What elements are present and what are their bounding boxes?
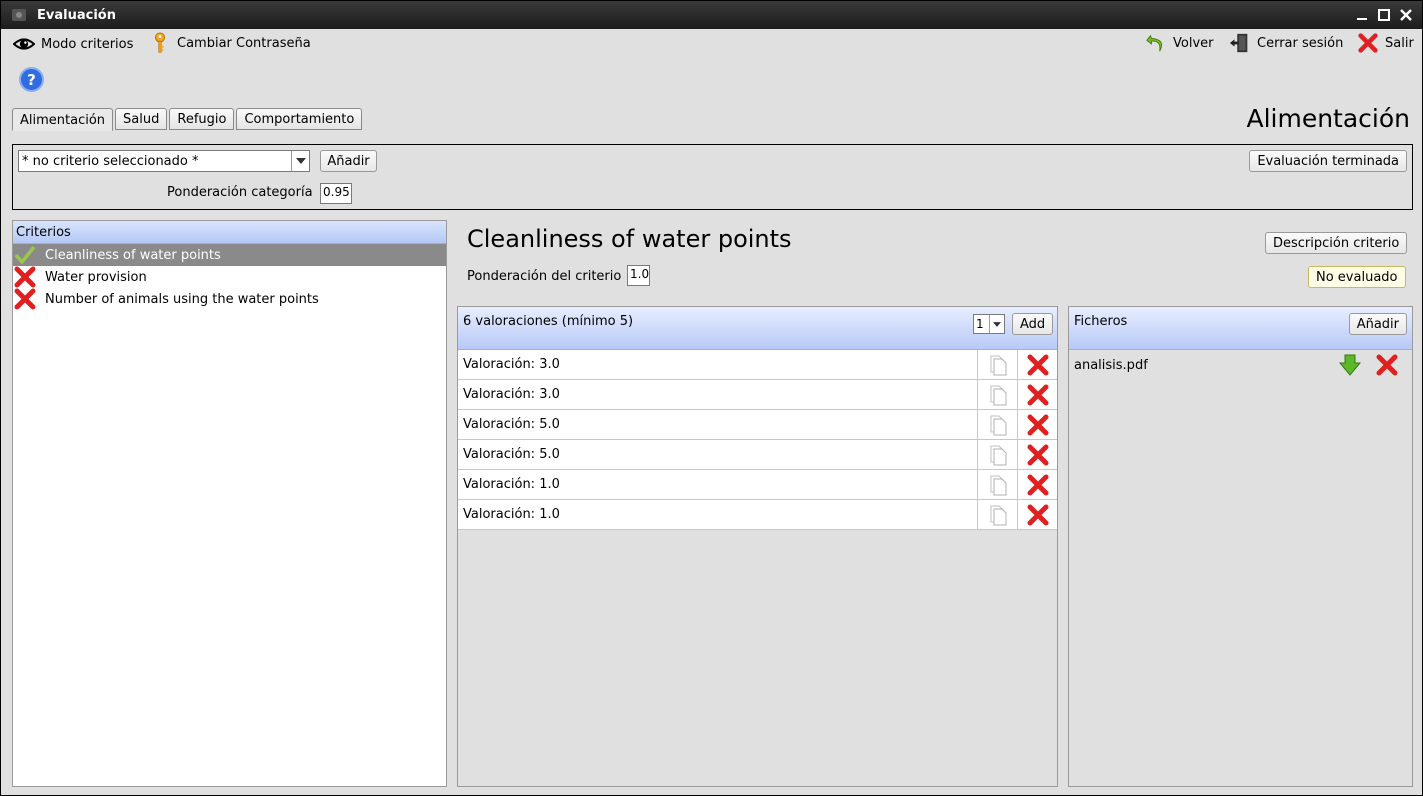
ponderacion-criterio-label: Ponderación del criterio xyxy=(467,269,622,284)
volver-button[interactable]: Volver xyxy=(1145,32,1214,54)
valoracion-text: Valoración: 3.0 xyxy=(463,357,560,372)
modo-criterios-button[interactable]: Modo criterios xyxy=(13,33,133,55)
valoraciones-panel: 6 valoraciones (mínimo 5) 1 Add Valoraci… xyxy=(457,306,1058,787)
window-title: Evaluación xyxy=(37,8,116,23)
tab-alimentacion[interactable]: Alimentación xyxy=(12,108,114,131)
title-bar: Evaluación xyxy=(1,1,1422,29)
criterion-label: Cleanliness of water points xyxy=(45,247,221,263)
delete-icon[interactable] xyxy=(1017,350,1057,379)
salir-button[interactable]: Salir xyxy=(1357,32,1414,54)
download-icon[interactable] xyxy=(1338,354,1362,376)
ficheros-panel: Ficheros Añadir analisis.pdf xyxy=(1068,306,1413,787)
delete-icon[interactable] xyxy=(1017,500,1057,529)
delete-icon[interactable] xyxy=(1017,410,1057,439)
delete-file-icon[interactable] xyxy=(1376,354,1398,376)
tab-refugio[interactable]: Refugio xyxy=(169,108,235,130)
modo-criterios-label: Modo criterios xyxy=(41,36,134,52)
exit-cross-icon xyxy=(1358,33,1378,53)
criterio-combo[interactable]: * no criterio seleccionado * xyxy=(18,150,310,172)
minimize-icon[interactable] xyxy=(1354,7,1370,23)
document-icon[interactable] xyxy=(977,500,1017,529)
valoracion-row[interactable]: Valoración: 1.0 xyxy=(458,470,1057,500)
category-tabs: Alimentación Salud Refugio Comportamient… xyxy=(12,108,364,131)
cambiar-contrasena-label: Cambiar Contraseña xyxy=(177,35,311,51)
valoraciones-table: Valoración: 3.0 Valoración: 3.0 Valoración… xyxy=(458,350,1057,530)
app-icon xyxy=(12,9,26,21)
key-icon xyxy=(154,32,166,53)
chevron-down-icon[interactable] xyxy=(291,151,309,171)
ponderacion-criterio-input[interactable]: 1.0 xyxy=(627,265,650,286)
criteria-list: Criterios Cleanliness of water points Wa… xyxy=(12,220,447,787)
valoracion-row[interactable]: Valoración: 3.0 xyxy=(458,350,1057,380)
check-icon xyxy=(14,245,36,264)
criterion-row[interactable]: Cleanliness of water points xyxy=(13,244,446,266)
ponderacion-categoria-input[interactable]: 0.95 xyxy=(320,183,352,204)
svg-text:?: ? xyxy=(27,71,36,89)
criteria-header: Criterios xyxy=(13,221,446,244)
add-fichero-button[interactable]: Añadir xyxy=(1348,313,1407,335)
valoracion-row[interactable]: Valoración: 5.0 xyxy=(458,410,1057,440)
maximize-icon[interactable] xyxy=(1376,7,1392,23)
eye-icon xyxy=(13,38,35,50)
criterion-row[interactable]: Water provision xyxy=(13,266,446,288)
delete-icon[interactable] xyxy=(1017,440,1057,469)
add-valoracion-button[interactable]: Add xyxy=(1012,313,1054,335)
document-icon[interactable] xyxy=(977,350,1017,379)
close-icon[interactable] xyxy=(1398,7,1414,23)
logout-door-icon xyxy=(1229,33,1248,53)
ficheros-header: Ficheros Añadir xyxy=(1069,307,1412,350)
valoracion-text: Valoración: 1.0 xyxy=(463,507,560,522)
client-area: Modo criterios Cambiar Contraseña Volver… xyxy=(1,29,1422,795)
valoracion-text: Valoración: 5.0 xyxy=(463,417,560,432)
cross-icon xyxy=(14,266,36,288)
delete-icon[interactable] xyxy=(1017,470,1057,499)
category-panel: * no criterio seleccionado * Añadir Pond… xyxy=(12,144,1413,210)
add-criterio-button[interactable]: Añadir xyxy=(320,150,377,172)
cerrar-sesion-button[interactable]: Cerrar sesión xyxy=(1229,32,1343,54)
help-icon[interactable]: ? xyxy=(19,67,44,92)
cambiar-contrasena-button[interactable]: Cambiar Contraseña xyxy=(149,32,311,54)
chevron-down-icon[interactable] xyxy=(989,315,1004,333)
cerrar-sesion-label: Cerrar sesión xyxy=(1257,35,1344,51)
criterion-row[interactable]: Number of animals using the water points xyxy=(13,288,446,310)
valoraciones-spinner[interactable]: 1 xyxy=(973,314,1005,334)
document-icon[interactable] xyxy=(977,470,1017,499)
cross-icon xyxy=(14,288,36,310)
tab-salud[interactable]: Salud xyxy=(115,108,168,130)
delete-icon[interactable] xyxy=(1017,380,1057,409)
valoracion-row[interactable]: Valoración: 5.0 xyxy=(458,440,1057,470)
valoracion-text: Valoración: 1.0 xyxy=(463,477,560,492)
ponderacion-categoria-label: Ponderación categoría xyxy=(167,185,313,200)
section-title: Alimentación xyxy=(1246,104,1410,133)
tab-comportamiento[interactable]: Comportamiento xyxy=(236,108,363,130)
valoraciones-count: 6 valoraciones (mínimo 5) xyxy=(463,314,634,329)
spinner-value: 1 xyxy=(976,317,984,331)
criterio-combo-value: * no criterio seleccionado * xyxy=(22,153,199,169)
volver-label: Volver xyxy=(1173,35,1214,51)
criterion-label: Water provision xyxy=(45,269,147,285)
valoracion-row[interactable]: Valoración: 1.0 xyxy=(458,500,1057,530)
criterion-label: Number of animals using the water points xyxy=(45,291,319,307)
criterion-title: Cleanliness of water points xyxy=(467,225,792,253)
document-icon[interactable] xyxy=(977,380,1017,409)
evaluacion-terminada-button[interactable]: Evaluación terminada xyxy=(1249,150,1407,172)
document-icon[interactable] xyxy=(977,440,1017,469)
descripcion-criterio-button[interactable]: Descripción criterio xyxy=(1265,232,1408,254)
file-name: analisis.pdf xyxy=(1074,357,1148,373)
file-row: analisis.pdf xyxy=(1069,350,1412,380)
salir-label: Salir xyxy=(1385,35,1414,51)
ficheros-label: Ficheros xyxy=(1074,314,1128,329)
document-icon[interactable] xyxy=(977,410,1017,439)
valoracion-row[interactable]: Valoración: 3.0 xyxy=(458,380,1057,410)
back-arrow-icon xyxy=(1146,34,1163,52)
valoracion-text: Valoración: 3.0 xyxy=(463,387,560,402)
valoracion-text: Valoración: 5.0 xyxy=(463,447,560,462)
no-evaluado-badge[interactable]: No evaluado xyxy=(1308,266,1406,288)
evaluation-window: Evaluación Modo criterios Cambiar Contra… xyxy=(0,0,1423,796)
valoraciones-header: 6 valoraciones (mínimo 5) 1 Add xyxy=(458,307,1057,350)
